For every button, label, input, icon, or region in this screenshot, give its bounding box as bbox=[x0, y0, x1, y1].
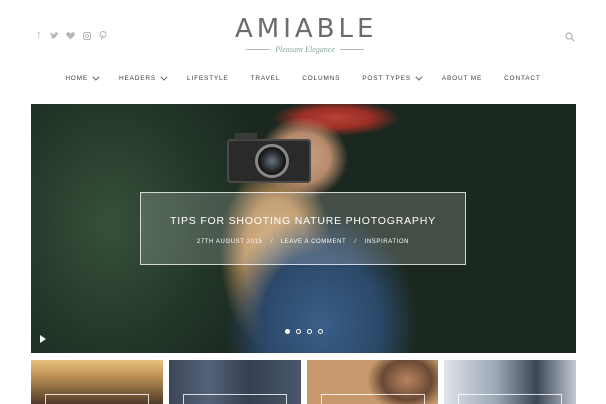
featured-thumbnails bbox=[31, 360, 576, 404]
slider-dot[interactable] bbox=[307, 329, 312, 334]
slider-pagination bbox=[285, 329, 323, 334]
nav-item-label: LIFESTYLE bbox=[187, 75, 229, 82]
nav-item-post-types[interactable]: POST TYPES bbox=[362, 73, 423, 82]
nav-item-label: ABOUT ME bbox=[441, 75, 483, 82]
chevron-down-icon bbox=[92, 73, 100, 81]
slider-dot[interactable] bbox=[296, 329, 301, 334]
nav-item-travel[interactable]: TRAVEL bbox=[251, 75, 281, 82]
chevron-down-icon bbox=[160, 73, 168, 81]
divider bbox=[339, 49, 364, 50]
slider-dot[interactable] bbox=[285, 329, 290, 334]
nav-item-contact[interactable]: CONTACT bbox=[504, 75, 541, 82]
post-comments-link[interactable]: LEAVE A COMMENT bbox=[281, 239, 347, 245]
instagram-icon[interactable] bbox=[82, 31, 91, 40]
nav-item-label: TRAVEL bbox=[250, 75, 281, 82]
camera-lens bbox=[255, 144, 289, 178]
nav-item-label: POST TYPES bbox=[362, 75, 411, 82]
camera-top bbox=[235, 133, 257, 140]
nav-item-label: CONTACT bbox=[504, 75, 541, 82]
slider-dot[interactable] bbox=[318, 329, 323, 334]
post-category-link[interactable]: INSPIRATION bbox=[365, 239, 410, 245]
thumb-caption-box bbox=[45, 394, 149, 404]
thumb-caption-box bbox=[458, 394, 563, 404]
logo-tagline-row: Pleasant Elegance bbox=[235, 45, 375, 54]
nav-item-columns[interactable]: COLUMNS bbox=[302, 75, 340, 82]
twitter-icon[interactable] bbox=[50, 31, 59, 40]
featured-post-thumb[interactable] bbox=[31, 360, 163, 404]
heart-icon[interactable] bbox=[66, 31, 75, 40]
play-icon[interactable] bbox=[40, 335, 46, 343]
featured-post-thumb[interactable] bbox=[444, 360, 576, 404]
chevron-down-icon bbox=[415, 73, 423, 81]
meta-separator: / bbox=[354, 239, 357, 245]
thumb-caption-box bbox=[320, 394, 425, 404]
divider bbox=[246, 49, 271, 50]
main-nav: HOME HEADERS LIFESTYLE TRAVEL COLUMNS PO… bbox=[0, 73, 606, 82]
facebook-icon[interactable]: f bbox=[34, 31, 43, 40]
nav-item-lifestyle[interactable]: LIFESTYLE bbox=[187, 75, 229, 82]
logo-tagline: Pleasant Elegance bbox=[275, 45, 335, 54]
nav-item-label: COLUMNS bbox=[302, 75, 341, 82]
site-logo[interactable]: AMIABLE Pleasant Elegance bbox=[235, 14, 375, 54]
slide-post-meta: 27TH AUGUST 2015 / LEAVE A COMMENT / INS… bbox=[141, 239, 465, 245]
nav-item-about-me[interactable]: ABOUT ME bbox=[442, 75, 482, 82]
nav-item-label: HOME bbox=[65, 75, 89, 82]
search-icon[interactable] bbox=[565, 32, 575, 42]
slide-post-title[interactable]: TIPS FOR SHOOTING NATURE PHOTOGRAPHY bbox=[141, 215, 465, 227]
meta-separator: / bbox=[270, 239, 273, 245]
nav-item-label: HEADERS bbox=[119, 75, 157, 82]
camera-illustration bbox=[227, 133, 311, 183]
nav-item-headers[interactable]: HEADERS bbox=[119, 73, 168, 82]
featured-post-thumb[interactable] bbox=[306, 360, 439, 404]
social-icons: f bbox=[34, 31, 107, 40]
nav-item-home[interactable]: HOME bbox=[65, 73, 100, 82]
logo-title: AMIABLE bbox=[235, 14, 378, 44]
thumb-caption-box bbox=[182, 394, 287, 404]
slide-caption-box[interactable]: TIPS FOR SHOOTING NATURE PHOTOGRAPHY 27T… bbox=[140, 192, 466, 265]
hero-slider[interactable]: TIPS FOR SHOOTING NATURE PHOTOGRAPHY 27T… bbox=[31, 104, 576, 353]
pinterest-icon[interactable] bbox=[98, 31, 107, 40]
post-date: 27TH AUGUST 2015 bbox=[196, 239, 263, 245]
featured-post-thumb[interactable] bbox=[168, 360, 301, 404]
